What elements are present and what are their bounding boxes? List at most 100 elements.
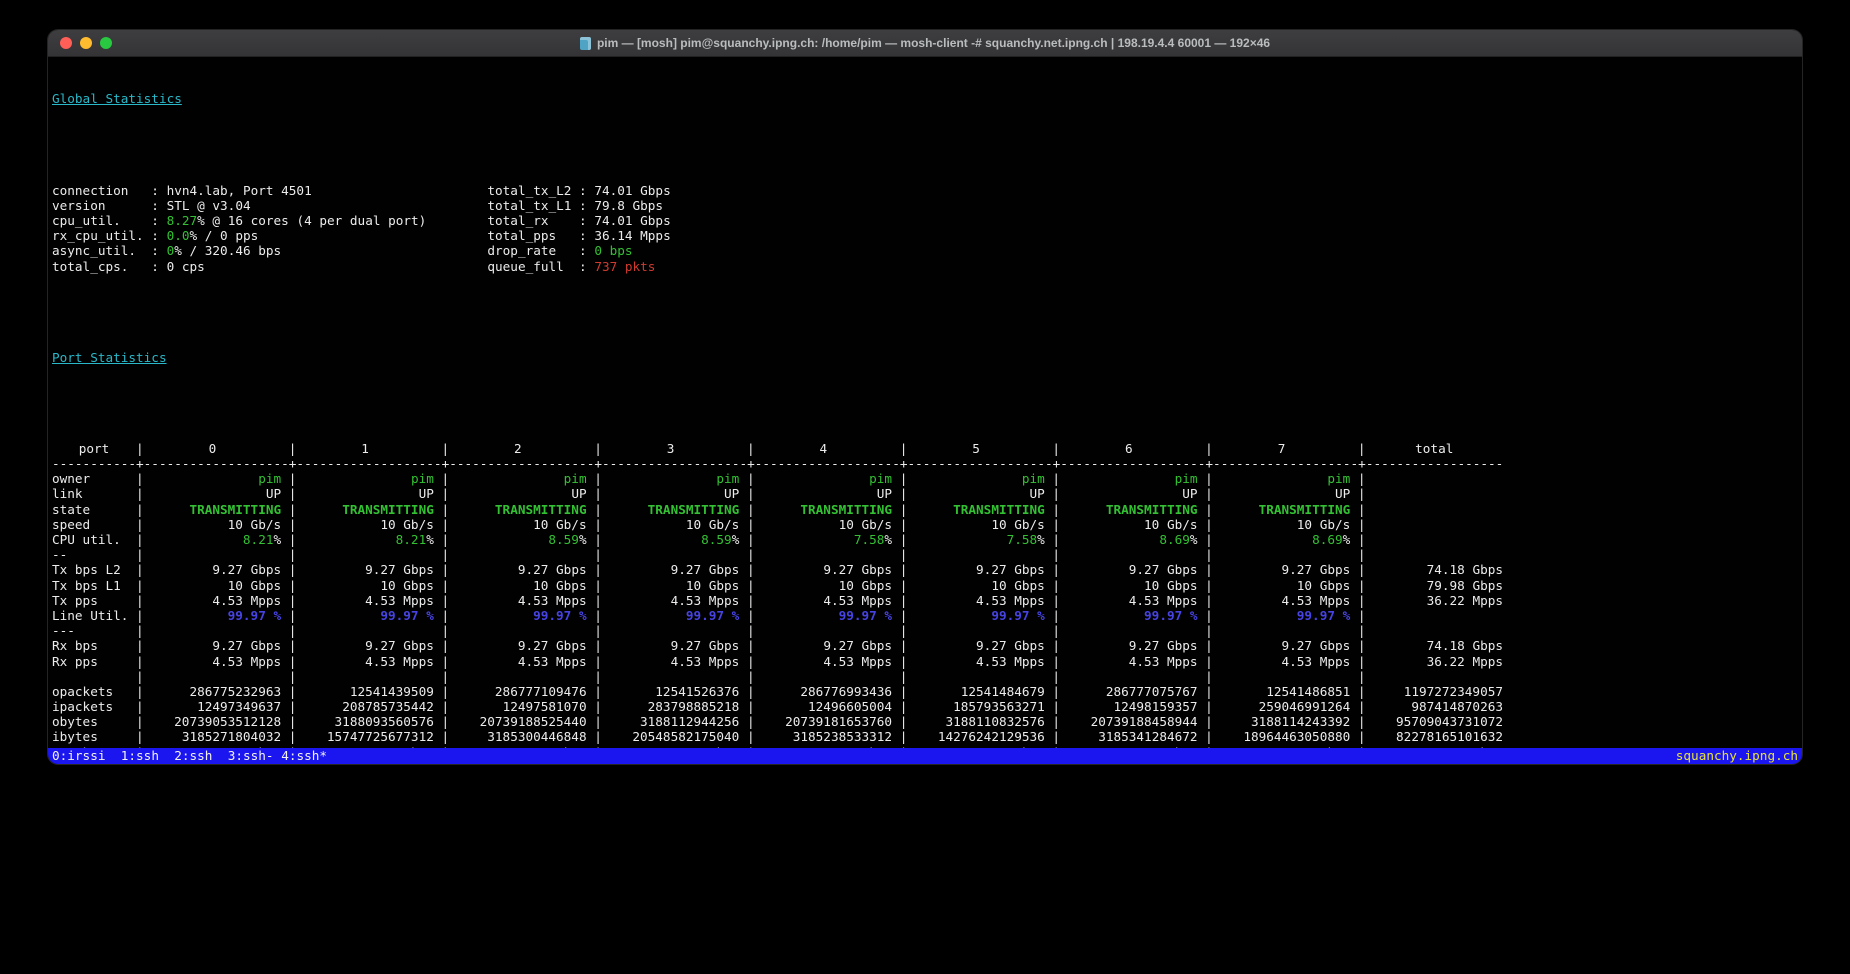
tmux-window: 4:ssh* <box>281 748 327 763</box>
column-separator: | <box>1052 593 1060 608</box>
column-separator: | <box>1205 684 1213 699</box>
global-stat-value: 36.14 Mpps <box>594 228 670 243</box>
column-separator: | <box>747 532 755 547</box>
close-button[interactable] <box>60 37 72 49</box>
cell: 9.27 Gbps <box>755 638 892 653</box>
column-separator: | <box>289 638 297 653</box>
cell: 8.21% <box>296 532 433 547</box>
minimize-button[interactable] <box>80 37 92 49</box>
column-separator: | <box>594 547 602 562</box>
global-stat-label: rx_cpu_util. <box>52 228 151 243</box>
cell: 99.97 % <box>1060 608 1197 623</box>
table-row: ibytes|3185271804032 |15747725677312 |31… <box>52 729 1802 744</box>
window-title: pim — [mosh] pim@squanchy.ipng.ch: /home… <box>597 36 1270 50</box>
column-separator: | <box>1052 729 1060 744</box>
cell-value: 3185300446848 <box>487 729 586 744</box>
cell: 10 Gbps <box>449 578 586 593</box>
cell-value: 10 Gbps <box>686 578 739 593</box>
column-separator: | <box>289 623 297 638</box>
cell: 99.97 % <box>144 608 281 623</box>
column-separator: | <box>747 608 755 623</box>
cell-value: 10 Gb/s <box>228 517 281 532</box>
column-separator: | <box>1358 502 1366 517</box>
global-stats-row-right: total_pps: 36.14 Mpps <box>487 228 670 243</box>
global-stats-row-right: total_tx_L1: 79.8 Gbps <box>487 198 663 213</box>
cell: pim <box>907 471 1044 486</box>
column-separator: | <box>594 578 602 593</box>
cell-suffix: % <box>426 532 434 547</box>
column-separator: | <box>1358 608 1366 623</box>
cell: 15747725677312 <box>296 729 433 744</box>
column-separator: | <box>594 623 602 638</box>
title-bar[interactable]: pim — [mosh] pim@squanchy.ipng.ch: /home… <box>48 30 1802 57</box>
row-label: ipackets <box>52 699 136 714</box>
cell-value: 10 Gbps <box>380 578 433 593</box>
cell-value: 9.27 Gbps <box>1282 562 1351 577</box>
column-separator: | <box>441 729 449 744</box>
cell-value: TRANSMITTING <box>342 502 434 517</box>
cell-value: 20548582175040 <box>632 729 739 744</box>
cell-suffix: % <box>884 532 892 547</box>
column-separator: | <box>747 593 755 608</box>
zoom-button[interactable] <box>100 37 112 49</box>
cell-value: pim <box>716 471 739 486</box>
column-separator: | <box>136 578 144 593</box>
cell-value: 4.53 Mpps <box>823 654 892 669</box>
cell: pim <box>602 471 739 486</box>
cell-value: 9.27 Gbps <box>212 638 281 653</box>
cell-value: 4.53 Mpps <box>823 593 892 608</box>
cell-value: pim <box>869 471 892 486</box>
column-separator: | <box>900 532 908 547</box>
column-separator: | <box>594 699 602 714</box>
global-stat-label: total_cps. <box>52 259 151 274</box>
cell: 286777109476 <box>449 684 586 699</box>
column-separator: | <box>136 562 144 577</box>
cell: 9.27 Gbps <box>449 638 586 653</box>
cell-value: 4.53 Mpps <box>212 654 281 669</box>
row-label: Tx pps <box>52 593 136 608</box>
column-separator: | <box>1358 638 1366 653</box>
cell-value: pim <box>1327 471 1350 486</box>
global-stats-row: connection: hvn4.lab, Port 4501total_tx_… <box>52 183 1802 198</box>
column-separator: | <box>1358 654 1366 669</box>
column-separator: | <box>900 486 908 501</box>
cell-value: 9.27 Gbps <box>1282 638 1351 653</box>
global-stat-label: queue_full <box>487 259 579 274</box>
column-separator: | <box>136 699 144 714</box>
cell-value: 10 Gbps <box>1297 578 1350 593</box>
cell: 9.27 Gbps <box>1213 562 1350 577</box>
cell: 3185341284672 <box>1060 729 1197 744</box>
cell: pim <box>755 471 892 486</box>
total-cell: 79.98 Gbps <box>1366 578 1503 593</box>
cell-value: UP <box>877 486 892 501</box>
cell: 259046991264 <box>1213 699 1350 714</box>
cell: 4.53 Mpps <box>907 654 1044 669</box>
row-label: Tx bps L1 <box>52 578 136 593</box>
column-separator: | <box>1052 532 1060 547</box>
cell-value: 9.27 Gbps <box>365 562 434 577</box>
column-separator: | <box>441 669 449 684</box>
column-separator: | <box>136 471 144 486</box>
cell-value: 4.53 Mpps <box>671 654 740 669</box>
cell: UP <box>144 486 281 501</box>
cell-value: 4.53 Mpps <box>212 593 281 608</box>
column-separator: | <box>289 532 297 547</box>
column-separator: | <box>1205 441 1213 456</box>
port-header-label: port <box>52 441 136 456</box>
colon: : <box>579 183 594 198</box>
cell: 9.27 Gbps <box>296 638 433 653</box>
column-separator: | <box>441 471 449 486</box>
column-separator: | <box>1358 441 1366 456</box>
column-separator: | <box>289 654 297 669</box>
table-separator-row: -----------+-------------------+--------… <box>52 456 1802 471</box>
column-separator: | <box>1052 699 1060 714</box>
cell: 12497581070 <box>449 699 586 714</box>
cell: 4.53 Mpps <box>1213 654 1350 669</box>
column-separator: | <box>594 562 602 577</box>
cell: 99.97 % <box>755 608 892 623</box>
cell: 8.69% <box>1213 532 1350 547</box>
column-separator: | <box>289 517 297 532</box>
cell-value: 9.27 Gbps <box>518 638 587 653</box>
column-separator: | <box>1358 714 1366 729</box>
column-separator: | <box>441 562 449 577</box>
